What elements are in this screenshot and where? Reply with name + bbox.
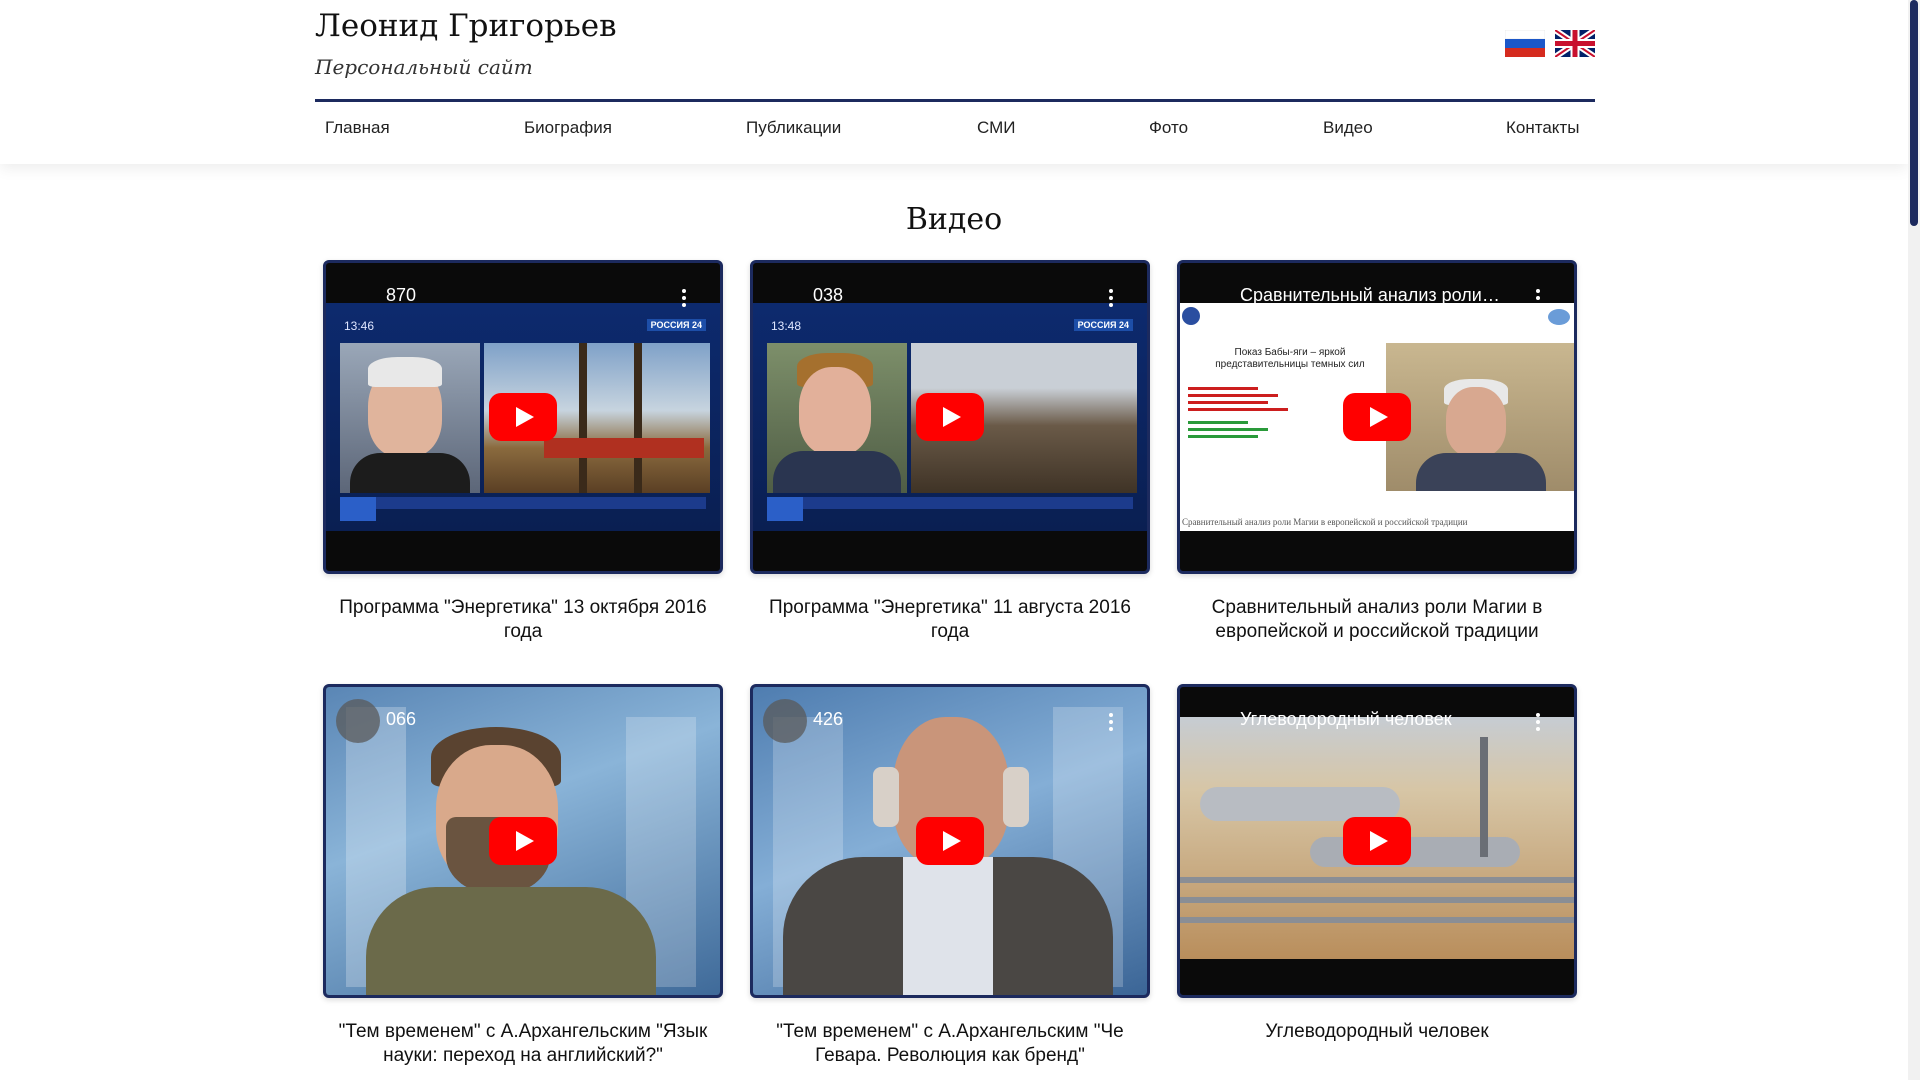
video-thumbnail[interactable]: 13:46 РОССИЯ 24 870 (323, 260, 723, 574)
nav-photo[interactable]: Фото (1149, 118, 1188, 138)
plant-pipe (1180, 897, 1574, 903)
news-ticker-tag (767, 497, 803, 521)
video-caption: "Тем временем" с А.Архангельским "Че Гев… (776, 1021, 1124, 1066)
partner-logo (1548, 309, 1570, 325)
more-options-icon[interactable] (1109, 289, 1113, 307)
site-header: Леонид Григорьев Персональный сайт Главн… (0, 0, 1908, 164)
slide-bullets (1188, 383, 1308, 467)
more-options-icon[interactable] (1536, 713, 1540, 731)
video-caption: Программа "Энергетика" 11 августа 2016 г… (769, 597, 1131, 642)
play-button-icon[interactable] (489, 817, 557, 865)
video-thumbnail[interactable]: Показ Бабы-яги – яркой представительницы… (1177, 260, 1577, 574)
play-button-icon[interactable] (916, 817, 984, 865)
video-overlay-title[interactable]: Углеводородный человек (1240, 709, 1452, 730)
lecturer-frame (1386, 343, 1574, 491)
university-logo (1182, 307, 1200, 325)
lecturer-suit (1416, 453, 1546, 491)
speaker-suit (350, 453, 470, 493)
speaker-frame (767, 343, 907, 493)
video-thumbnail[interactable]: 066 (323, 684, 723, 998)
guest-shirt (366, 887, 656, 995)
speaker-suit (773, 451, 901, 493)
nav-biography[interactable]: Биография (524, 118, 612, 138)
channel-avatar[interactable] (336, 699, 380, 743)
nav-contacts[interactable]: Контакты (1506, 118, 1579, 138)
video-thumbnail[interactable]: 426 (750, 684, 1150, 998)
video-card: 13:48 РОССИЯ 24 038 Программа "Энергетик… (750, 260, 1150, 644)
video-card: Показ Бабы-яги – яркой представительницы… (1177, 260, 1577, 644)
page-scrollbar[interactable] (1908, 0, 1920, 1080)
main-nav: Главная Биография Публикации СМИ Фото Ви… (315, 118, 1595, 146)
video-overlay-title[interactable]: 038 (813, 285, 843, 306)
video-thumbnail[interactable]: 13:48 РОССИЯ 24 038 (750, 260, 1150, 574)
broadcast-time: 13:48 (771, 319, 802, 333)
plant-pipe (1180, 877, 1574, 883)
play-button-icon[interactable] (489, 393, 557, 441)
channel-logo: РОССИЯ 24 (646, 319, 706, 331)
play-button-icon[interactable] (1343, 817, 1411, 865)
more-options-icon[interactable] (1109, 713, 1113, 731)
broadcast-time: 13:46 (344, 319, 375, 333)
video-caption: Углеводородный человек (1265, 1021, 1489, 1042)
nav-publications[interactable]: Публикации (746, 118, 841, 138)
news-ticker-tag (340, 497, 376, 521)
video-card: 13:46 РОССИЯ 24 870 Программа "Энергетик… (323, 260, 723, 644)
nav-home[interactable]: Главная (325, 118, 390, 138)
nav-media[interactable]: СМИ (977, 118, 1015, 138)
video-card: Углеводородный человек Углеводородный че… (1177, 684, 1577, 1044)
plant-tower (1480, 737, 1488, 857)
header-divider (315, 99, 1595, 102)
video-overlay-title[interactable]: Сравнительный анализ роли ... (1240, 285, 1500, 306)
lecturer-face (1446, 387, 1506, 457)
site-subtitle: Персональный сайт (315, 55, 533, 79)
uk-flag-icon[interactable] (1555, 30, 1595, 57)
page-title: Видео (905, 202, 1003, 237)
play-button-icon[interactable] (916, 393, 984, 441)
video-overlay-title[interactable]: 426 (813, 709, 843, 730)
channel-avatar[interactable] (763, 699, 807, 743)
plant-pipe (1180, 917, 1574, 923)
scrollbar-thumb[interactable] (1910, 0, 1918, 226)
play-button-icon[interactable] (1343, 393, 1411, 441)
guest-hair (873, 767, 899, 827)
slide-heading: Показ Бабы-яги – яркой представительницы… (1215, 347, 1365, 370)
video-caption: "Тем временем" с А.Архангельским "Язык н… (338, 1021, 708, 1066)
video-card: 066 "Тем временем" с А.Архангельским "Яз… (323, 684, 723, 1068)
video-caption: Программа "Энергетика" 13 октября 2016 г… (339, 597, 707, 642)
russian-flag-icon[interactable] (1505, 30, 1545, 57)
guest-shirt (903, 857, 993, 995)
news-ticker (767, 497, 1133, 509)
site-name[interactable]: Леонид Григорьев (315, 8, 617, 44)
nav-video[interactable]: Видео (1323, 118, 1373, 138)
video-overlay-title[interactable]: 870 (386, 285, 416, 306)
video-overlay-title[interactable]: 066 (386, 709, 416, 730)
more-options-icon[interactable] (1536, 289, 1540, 307)
video-thumbnail[interactable]: Углеводородный человек (1177, 684, 1577, 998)
rig-pipe (544, 438, 704, 458)
speaker-frame (340, 343, 480, 493)
video-caption: Сравнительный анализ роли Магии в европе… (1211, 597, 1543, 642)
video-card: 426 "Тем временем" с А.Архангельским "Че… (750, 684, 1150, 1068)
news-ticker (340, 497, 706, 509)
speaker-hair (368, 357, 442, 387)
guest-hair (1003, 767, 1029, 827)
rig-beam (634, 343, 642, 493)
rig-beam (579, 343, 587, 493)
more-options-icon[interactable] (682, 289, 686, 307)
slide-footer: Сравнительный анализ роли Магии в европе… (1182, 517, 1468, 527)
plant-tank (1200, 787, 1400, 821)
speaker-face (799, 367, 871, 455)
channel-logo: РОССИЯ 24 (1073, 319, 1133, 331)
plant-tank (1310, 837, 1520, 867)
